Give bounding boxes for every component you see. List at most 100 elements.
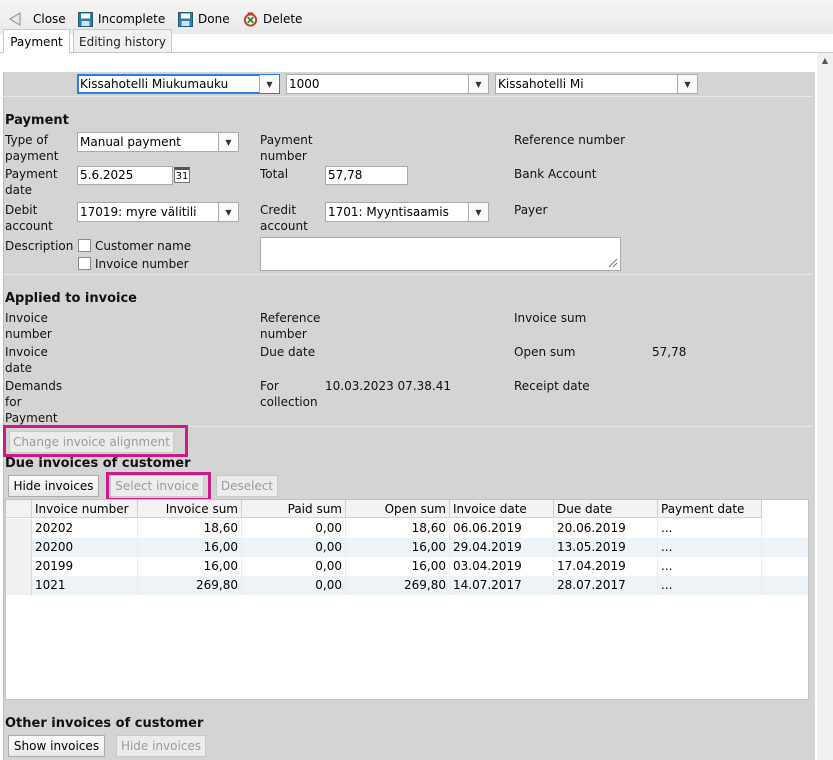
chevron-down-icon[interactable]: ▼ bbox=[677, 75, 697, 93]
open-sum-cell: 18,60 bbox=[346, 519, 450, 538]
tab-payment[interactable]: Payment bbox=[3, 29, 70, 53]
chevron-down-icon[interactable]: ▼ bbox=[218, 133, 238, 151]
credit-account-select[interactable]: 1701: Myyntisaamis ▼ bbox=[325, 202, 489, 222]
show-invoices-button[interactable]: Show invoices bbox=[8, 735, 105, 757]
invoice-date-cell: 06.06.2019 bbox=[450, 519, 554, 538]
table-row[interactable]: 20200 16,00 0,00 16,00 29.04.2019 13.05.… bbox=[6, 538, 808, 557]
receipt-date-label: Receipt date bbox=[514, 379, 590, 393]
invoice-date-cell: 29.04.2019 bbox=[450, 538, 554, 557]
done-label: Done bbox=[198, 12, 230, 26]
invoice-number-cell: 1021 bbox=[32, 576, 138, 595]
payment-date-cell[interactable]: ... bbox=[658, 519, 762, 538]
column-header[interactable]: Payment date bbox=[658, 500, 762, 518]
payment-date-cell[interactable]: ... bbox=[658, 557, 762, 576]
row-selector[interactable] bbox=[6, 557, 32, 576]
table-row[interactable]: 20202 18,60 0,00 18,60 06.06.2019 20.06.… bbox=[6, 519, 808, 538]
delete-label: Delete bbox=[263, 12, 303, 26]
description-label: Description bbox=[5, 239, 74, 253]
hide-other-invoices-button[interactable]: Hide invoices bbox=[116, 735, 206, 757]
deselect-button[interactable]: Deselect bbox=[216, 475, 278, 497]
due-date-cell: 17.04.2019 bbox=[554, 557, 658, 576]
credit-account-value: 1701: Myyntisaamis bbox=[328, 205, 449, 219]
chevron-down-icon[interactable]: ▼ bbox=[468, 203, 488, 221]
column-header[interactable]: Invoice date bbox=[450, 500, 554, 518]
invoice-sum-cell: 16,00 bbox=[138, 557, 242, 576]
row-selector[interactable] bbox=[6, 576, 32, 595]
invoice-date-cell: 03.04.2019 bbox=[450, 557, 554, 576]
short-name-select[interactable]: Kissahotelli Mi ▼ bbox=[495, 74, 698, 94]
payment-date-input[interactable]: 5.6.2025 bbox=[77, 166, 173, 185]
hotel-select[interactable]: Kissahotelli Miukumauku ▼ bbox=[77, 74, 280, 94]
invoice-number-checkbox[interactable] bbox=[78, 257, 91, 270]
for-collection-value: 10.03.2023 07.38.41 bbox=[325, 379, 451, 393]
chevron-down-icon[interactable]: ▼ bbox=[218, 203, 238, 221]
hide-invoices-button[interactable]: Hide invoices bbox=[8, 475, 99, 497]
invoice-date-cell: 14.07.2017 bbox=[450, 576, 554, 595]
code-select-value: 1000 bbox=[289, 77, 320, 91]
vertical-scrollbar[interactable] bbox=[817, 53, 833, 760]
payment-date-label: Payment date bbox=[5, 167, 58, 197]
payment-number-label: Payment number bbox=[260, 133, 313, 163]
save-icon bbox=[178, 11, 193, 27]
applied-due-date-label: Due date bbox=[260, 345, 316, 359]
close-button[interactable]: Close bbox=[7, 10, 66, 28]
divider bbox=[3, 274, 812, 275]
tab-editing-history[interactable]: Editing history bbox=[73, 29, 172, 53]
demands-for-payment-label: Demands for Payment bbox=[5, 379, 63, 425]
payer-label: Payer bbox=[514, 203, 548, 217]
incomplete-button[interactable]: Incomplete bbox=[78, 10, 165, 28]
invoice-sum-cell: 16,00 bbox=[138, 538, 242, 557]
column-header[interactable]: Invoice number bbox=[32, 500, 138, 518]
debit-account-select[interactable]: 17019: myre välitili ▼ bbox=[77, 202, 239, 222]
done-button[interactable]: Done bbox=[178, 10, 230, 28]
delete-button[interactable]: Delete bbox=[243, 10, 302, 28]
payment-section-title: Payment bbox=[5, 113, 69, 128]
table-row[interactable]: 20199 16,00 0,00 16,00 03.04.2019 17.04.… bbox=[6, 557, 808, 576]
row-selector[interactable] bbox=[6, 519, 32, 538]
scroll-up-icon[interactable]: ▲ bbox=[817, 53, 833, 69]
customer-name-checkbox[interactable] bbox=[78, 239, 91, 252]
chevron-down-icon[interactable]: ▼ bbox=[259, 75, 279, 93]
column-header[interactable]: Invoice sum bbox=[138, 500, 242, 518]
payment-type-select[interactable]: Manual payment ▼ bbox=[77, 132, 239, 152]
applied-invoice-number-label: Invoice number bbox=[5, 311, 52, 341]
due-invoices-section-title: Due invoices of customer bbox=[5, 456, 191, 471]
save-icon bbox=[78, 11, 93, 27]
invoice-sum-label: Invoice sum bbox=[514, 311, 587, 325]
column-header[interactable]: Open sum bbox=[346, 500, 450, 518]
bank-account-label: Bank Account bbox=[514, 167, 597, 181]
payment-date-cell[interactable]: ... bbox=[658, 538, 762, 557]
paid-sum-cell: 0,00 bbox=[242, 557, 346, 576]
calendar-icon[interactable]: 31 bbox=[174, 167, 190, 183]
due-date-cell: 20.06.2019 bbox=[554, 519, 658, 538]
back-arrow-icon bbox=[7, 12, 22, 27]
open-sum-value: 57,78 bbox=[652, 345, 687, 359]
row-selector-header bbox=[6, 500, 32, 518]
incomplete-label: Incomplete bbox=[98, 12, 166, 26]
column-header[interactable]: Due date bbox=[554, 500, 658, 518]
debit-account-label: Debit account bbox=[5, 203, 53, 233]
paid-sum-cell: 0,00 bbox=[242, 538, 346, 557]
payment-type-value: Manual payment bbox=[80, 135, 181, 149]
open-sum-cell: 16,00 bbox=[346, 557, 450, 576]
chevron-down-icon[interactable]: ▼ bbox=[468, 75, 488, 93]
applied-reference-number-label: Reference number bbox=[260, 311, 321, 341]
hotel-select-value: Kissahotelli Miukumauku bbox=[80, 77, 229, 91]
invoice-number-cell: 20199 bbox=[32, 557, 138, 576]
payment-date-cell[interactable]: ... bbox=[658, 576, 762, 595]
due-invoices-table: Invoice number Invoice sum Paid sum Open… bbox=[5, 499, 809, 700]
total-label: Total bbox=[260, 167, 289, 181]
row-selector[interactable] bbox=[6, 538, 32, 557]
invoice-number-checkbox-label: Invoice number bbox=[95, 257, 189, 271]
open-sum-label: Open sum bbox=[514, 345, 576, 359]
description-textarea[interactable] bbox=[260, 237, 621, 271]
resize-handle-icon[interactable] bbox=[606, 256, 618, 268]
column-header[interactable]: Paid sum bbox=[242, 500, 346, 518]
highlight-box bbox=[3, 425, 188, 457]
total-input[interactable]: 57,78 bbox=[325, 166, 408, 185]
invoice-number-cell: 20200 bbox=[32, 538, 138, 557]
code-select[interactable]: 1000 ▼ bbox=[286, 74, 489, 94]
invoice-sum-cell: 18,60 bbox=[138, 519, 242, 538]
highlight-box bbox=[106, 472, 211, 501]
table-row[interactable]: 1021 269,80 0,00 269,80 14.07.2017 28.07… bbox=[6, 576, 808, 595]
